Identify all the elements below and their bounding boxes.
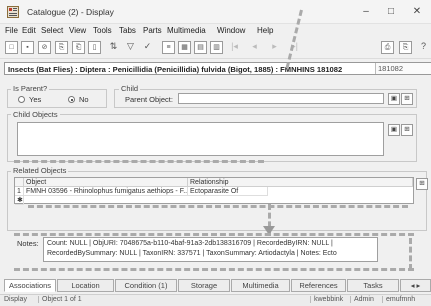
status-mode: Display [4, 296, 27, 303]
close-button[interactable]: ✕ [408, 4, 426, 20]
parent-object-attach-button[interactable]: ⊞ [401, 93, 413, 105]
annotation-dash-row2 [28, 205, 408, 208]
column-header-object[interactable]: Object [24, 178, 188, 187]
status-bar: Display Object 1 of 1 kwebbink Admin emu… [0, 294, 431, 306]
notes-field[interactable]: Count: NULL | ObjURI: 7048675a-b110-4baf… [43, 237, 378, 262]
catalogue-app-icon [7, 6, 19, 18]
sort-icon[interactable]: ⇅ [107, 41, 120, 54]
record-id: 181082 [375, 63, 431, 74]
previous-record-icon[interactable]: ◂ [248, 41, 261, 54]
is-parent-no-radio[interactable] [68, 96, 75, 103]
tab-storage[interactable]: Storage [178, 279, 230, 292]
window-title: Catalogue (2) - Display [27, 7, 114, 17]
delete-icon[interactable]: ▯ [88, 41, 101, 54]
first-record-icon[interactable]: |◂ [228, 41, 241, 54]
filter-icon[interactable]: ▽ [124, 41, 137, 54]
tab-condition[interactable]: Condition (1) [115, 279, 177, 292]
page-view-icon[interactable]: ▤ [194, 41, 207, 54]
tab-strip: Associations Location Condition (1) Stor… [4, 279, 431, 292]
annotation-dash-row1 [14, 160, 264, 163]
record-title-bar: Insects (Bat Flies) : Diptera : Penicill… [4, 62, 431, 75]
minimize-button[interactable]: – [357, 4, 375, 20]
tab-tasks[interactable]: Tasks [347, 279, 399, 292]
menu-file[interactable]: File [5, 26, 18, 35]
tab-scroll-button[interactable]: ◂ ▸ [400, 279, 431, 292]
row-number: 1 [15, 187, 24, 196]
status-role: Admin [350, 296, 374, 303]
menu-parts[interactable]: Parts [143, 26, 162, 35]
grid-corner [15, 178, 24, 187]
child-objects-legend: Child Objects [11, 110, 60, 119]
menu-multimedia[interactable]: Multimedia [167, 26, 206, 35]
column-header-relationship[interactable]: Relationship [188, 178, 413, 187]
menu-tabs[interactable]: Tabs [119, 26, 136, 35]
menu-bar: File Edit Select View Tools Tabs Parts M… [0, 24, 431, 37]
annotation-dash-notes-top [14, 233, 414, 236]
spellcheck-icon[interactable]: ✓ [141, 41, 154, 54]
is-parent-no-label: No [79, 95, 89, 104]
grid-view-icon[interactable]: ▦ [178, 41, 191, 54]
search-icon[interactable]: ⊘ [38, 41, 51, 54]
related-objects-attach-button[interactable]: ⊞ [416, 178, 428, 190]
report-icon[interactable]: ▥ [210, 41, 223, 54]
maximize-button[interactable]: □ [382, 4, 400, 20]
menu-view[interactable]: View [69, 26, 86, 35]
paste-icon[interactable]: ⎗ [72, 41, 85, 54]
menu-tools[interactable]: Tools [93, 26, 112, 35]
list-view-icon[interactable]: ≡ [162, 41, 175, 54]
child-objects-attach-button[interactable]: ⊞ [401, 124, 413, 136]
child-objects-lookup-button[interactable]: ▣ [388, 124, 400, 136]
title-bar: Catalogue (2) - Display – □ ✕ [0, 0, 431, 24]
status-user: kwebbink [310, 296, 343, 303]
next-record-icon[interactable]: ▸ [268, 41, 281, 54]
related-objects-grid[interactable]: Object Relationship 1 FMNH 03596 - Rhino… [14, 177, 414, 205]
tab-multimedia[interactable]: Multimedia [231, 279, 290, 292]
menu-edit[interactable]: Edit [22, 26, 36, 35]
save-icon[interactable]: ▪ [21, 41, 34, 54]
is-parent-legend: Is Parent? [11, 84, 50, 93]
child-legend: Child [119, 84, 141, 93]
tab-associations[interactable]: Associations [4, 279, 56, 292]
new-row-marker[interactable]: ✱ [15, 196, 24, 205]
annotation-dash-notes-bottom [14, 268, 414, 271]
notes-label: Notes: [17, 239, 39, 248]
status-position: Object 1 of 1 [38, 296, 82, 303]
child-objects-list[interactable] [17, 122, 384, 156]
parent-object-label: Parent Object: [125, 95, 173, 104]
toolbar: □ ▪ ⊘ ⎘ ⎗ ▯ ⇅ ▽ ✓ ≡ ▦ ▤ ▥ |◂ ◂ ▸ ▸| ⎙ ⎘ … [0, 38, 431, 59]
new-icon[interactable]: □ [5, 41, 18, 54]
tab-location[interactable]: Location [57, 279, 114, 292]
help-icon[interactable]: ? [417, 41, 430, 54]
is-parent-yes-radio[interactable] [18, 96, 25, 103]
related-object-cell[interactable]: FMNH 03596 - Rhinolophus fumigatus aethi… [24, 187, 188, 196]
print-icon[interactable]: ⎘ [399, 41, 412, 54]
copy-icon[interactable]: ⎘ [55, 41, 68, 54]
related-objects-legend: Related Objects [11, 166, 69, 175]
tab-references[interactable]: References [291, 279, 346, 292]
relationship-cell[interactable]: Ectoparasite Of [188, 187, 268, 196]
status-db: emufmnh [382, 296, 415, 303]
attach-icon[interactable]: ⎙ [381, 41, 394, 54]
parent-object-lookup-button[interactable]: ▣ [388, 93, 400, 105]
menu-select[interactable]: Select [41, 26, 63, 35]
annotation-dash-notes-right [409, 238, 412, 270]
menu-help[interactable]: Help [257, 26, 273, 35]
menu-window[interactable]: Window [217, 26, 245, 35]
parent-object-input[interactable] [178, 93, 384, 104]
is-parent-yes-label: Yes [29, 95, 42, 104]
record-title: Insects (Bat Flies) : Diptera : Penicill… [8, 65, 343, 74]
